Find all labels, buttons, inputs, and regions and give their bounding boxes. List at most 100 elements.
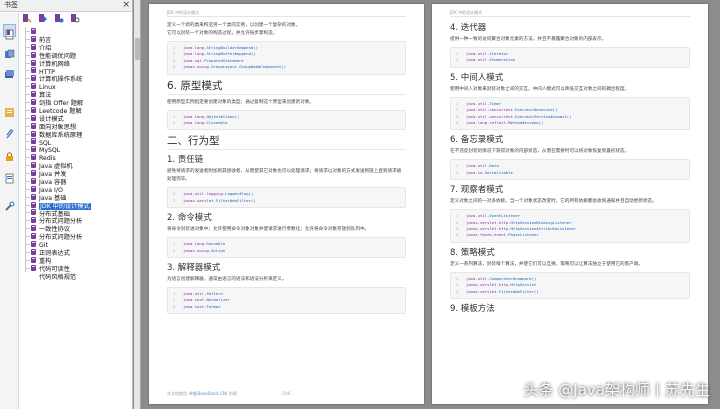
thumbnails-tab-icon[interactable] <box>4 45 15 58</box>
bookmark-icon <box>31 170 36 177</box>
bookmark-item[interactable]: SQL <box>22 129 132 147</box>
tree-line <box>25 133 30 135</box>
panel-title: 书签 <box>4 1 18 9</box>
paragraph: 将命令封装进对象中；允许使用命令对象对象并使请求进行参数化；允许将命令对象存放到… <box>167 227 370 233</box>
heading-rule <box>167 93 406 95</box>
code-package: java.lang.reflect. <box>466 120 509 126</box>
bookmark-item[interactable]: 正则表达式 <box>22 240 132 257</box>
code-class: Action <box>211 247 226 253</box>
tools-wrench-icon[interactable] <box>4 197 15 211</box>
bookmark-icon <box>31 28 36 34</box>
code-package: java.text. <box>183 303 207 309</box>
tree-line <box>25 236 30 238</box>
bookmark-item[interactable]: Java 基础 <box>22 184 132 202</box>
annotations-tab-icon[interactable] <box>4 103 15 117</box>
bookmarks-tab-icon[interactable] <box>3 24 16 40</box>
bookmark-item[interactable]: 算法 <box>22 82 132 99</box>
bookmark-item[interactable]: 分布式问题分析 <box>22 224 132 241</box>
code-block: 1 java.util.logging.Logger#log() 2 javax.se… <box>167 187 406 209</box>
bookmark-item[interactable]: 分布式基础 <box>22 200 132 218</box>
bookmark-item[interactable]: 代码风格规范 <box>22 263 132 281</box>
subsection-heading: 6. 备忘录模式 <box>450 135 504 146</box>
paragraph: 在不违反封装的情况下获得对象的内部状态，从而在需要时可以将对象恢复到最初状态。 <box>450 149 630 155</box>
bookmark-item[interactable]: 性能调优问题 <box>22 42 132 60</box>
bookmark-item[interactable]: 数据库系统原理 <box>22 121 132 139</box>
bookmark-icon <box>31 114 36 121</box>
bookmark-item[interactable]: Linux <box>22 74 132 91</box>
code-line: 2 javax.servlet.Filter#doFilter() <box>173 198 401 204</box>
bookmark-item[interactable]: 面向对象思想 <box>22 113 132 131</box>
line-number: 2 <box>456 57 459 63</box>
bookmark-item[interactable]: Java 虚拟机 <box>22 153 132 170</box>
bookmark-item[interactable]: MySQL <box>22 137 132 154</box>
bookmark-item[interactable]: Git <box>22 232 132 249</box>
header-divider <box>167 16 406 17</box>
bookmark-icon <box>31 106 36 113</box>
bookmark-icon <box>31 138 36 145</box>
find-bookmark-icon[interactable] <box>70 13 80 24</box>
bookmark-item[interactable]: 代码可读性 <box>22 255 132 273</box>
code-package: java.io. <box>466 169 485 175</box>
bookmark-item[interactable]: JDK 中的设计模式 <box>22 192 132 210</box>
expand-all-bookmarks-icon[interactable] <box>22 13 32 24</box>
bookmark-item[interactable]: 计算机操作系统 <box>22 66 132 83</box>
code-package: javax.faces.event. <box>466 232 509 238</box>
code-class: Object#clone() <box>206 113 240 119</box>
bookmark-item[interactable]: 前言 <box>22 27 132 44</box>
collapse-bookmarks-icon[interactable] <box>38 13 48 24</box>
code-class: PreparedStatement <box>204 57 244 63</box>
code-line: 4 javax.swing.GroupLayout.Group#addCompon… <box>173 64 401 70</box>
subsection-heading: 4. 迭代器 <box>450 23 487 33</box>
bookmark-item[interactable]: Java 容器 <box>22 169 132 186</box>
bookmark-icon <box>31 264 36 271</box>
bookmark-item[interactable]: 一致性协议 <box>22 216 132 233</box>
bookmark-scrollbar[interactable] <box>134 0 141 409</box>
code-class: Cloneable <box>206 120 228 126</box>
code-class: PhaseListener <box>508 232 539 238</box>
scrollbar-thumb[interactable] <box>135 38 140 60</box>
tree-line <box>25 46 30 48</box>
paragraph: 使用中间人对象来封装对象之间的交互。中间人模式可以降低交互对象之间的耦合程度。 <box>450 86 630 92</box>
bookmark-item[interactable]: 计算机网络 <box>22 50 132 68</box>
bookmark-item[interactable]: 介绍 <box>22 34 132 52</box>
code-class: Timer <box>489 100 502 106</box>
bookmark-item[interactable]: 重构 <box>22 247 132 265</box>
code-package: java.util. <box>466 51 490 56</box>
bookmark-item[interactable]: Redis <box>22 145 132 162</box>
code-package: javax.swing. <box>183 247 212 253</box>
code-class: Method#invoke() <box>508 120 544 126</box>
code-class: ExecutorService#submit() <box>515 113 572 119</box>
page-properties-icon[interactable] <box>4 169 15 184</box>
bookmark-item[interactable]: 分布式问题分析 <box>22 208 132 225</box>
bookmark-icon <box>31 146 36 153</box>
code-package: javax.servlet. <box>183 197 216 203</box>
panel-header: 书签 × <box>0 0 132 12</box>
bookmark-icon <box>31 233 36 240</box>
bookmark-icon <box>31 67 36 74</box>
bookmark-item[interactable]: Leetcode 题解 <box>22 98 132 115</box>
tree-line <box>25 149 30 151</box>
bookmark-up-icon[interactable] <box>54 13 64 24</box>
layers-tab-icon[interactable] <box>4 65 15 78</box>
close-icon[interactable]: × <box>122 0 130 11</box>
bookmark-item[interactable]: Java I/O <box>22 176 132 194</box>
code-package: java.text. <box>183 297 207 303</box>
security-lock-icon[interactable] <box>4 147 15 161</box>
code-block: 1 java.util.EventListener 2 javax.servlet.h… <box>450 209 690 243</box>
attachments-tab-icon[interactable] <box>4 125 15 139</box>
code-class: GroupLayout.Group#addComponent() <box>211 64 287 70</box>
tree-line <box>25 102 30 104</box>
paragraph: 定义对象之间的一对多依赖，当一个对象状态改变时，它的所有依赖都会收到通知并且自动… <box>450 199 657 205</box>
bookmark-item[interactable]: 剑指 Offer 题解 <box>22 90 132 107</box>
bookmark-item[interactable]: 设计模式 <box>22 105 132 123</box>
bookmark-item[interactable]: HTTP <box>22 58 132 76</box>
tree-line <box>25 244 30 246</box>
tree-line <box>25 109 30 111</box>
paragraph: 避免将请求的发送者附加到其接收者，从而使其它对象也可以处理请求；将请求以对象的方… <box>167 169 402 175</box>
code-line: 4 javax.faces.event.PhaseListener <box>456 232 685 238</box>
code-package: java.lang. <box>183 120 207 126</box>
bookmark-item[interactable]: Java 并发 <box>22 161 132 178</box>
paragraph: 它可以封装一个对象的构造过程，并允许按步骤构造。 <box>167 31 278 36</box>
code-package: java.sql. <box>183 57 205 63</box>
code-block: 1 java.util.Iterator 2 java.util.Enumeratio… <box>450 47 690 68</box>
